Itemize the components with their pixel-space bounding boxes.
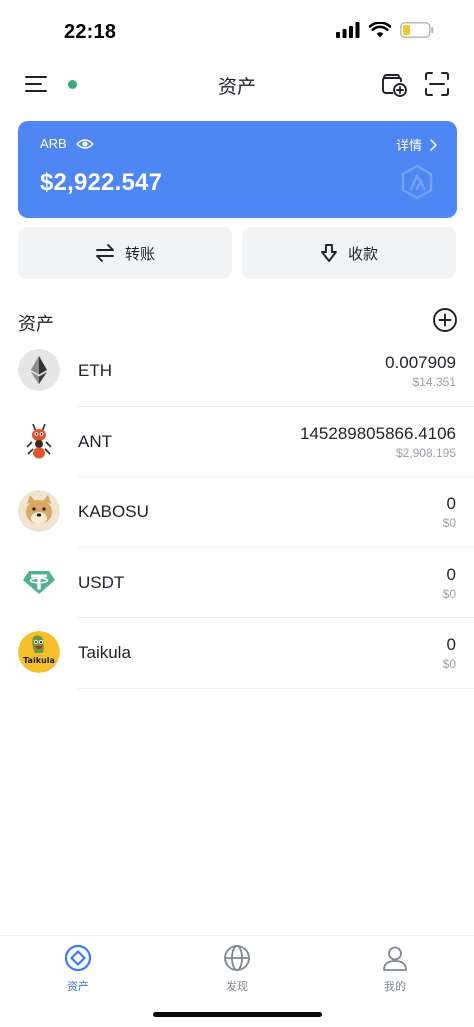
receive-button[interactable]: 收款	[242, 227, 456, 279]
token-symbol: ANT	[78, 431, 112, 451]
token-row-usdt[interactable]: USDT 0 $0	[0, 548, 474, 618]
token-row-kabosu[interactable]: KABOSU 0 $0	[0, 477, 474, 548]
tab-label: 我的	[384, 981, 406, 993]
balance-card[interactable]: ARB 详情 $2,922.547	[18, 121, 457, 218]
divider	[78, 687, 474, 689]
chevron-right-icon	[430, 138, 437, 151]
token-symbol: Taikula	[78, 643, 131, 662]
nav-bar: 资产	[0, 62, 474, 106]
receive-label: 收款	[347, 245, 378, 263]
tab-label: 发现	[226, 981, 248, 993]
user-icon	[383, 946, 407, 971]
token-row-ant[interactable]: ANT 145289805866.4106 $2,908.195	[0, 407, 474, 477]
detail-label: 详情	[395, 138, 422, 153]
transfer-button[interactable]: 转账	[18, 227, 232, 279]
detail-link[interactable]: 详情	[396, 135, 437, 154]
assets-icon	[64, 944, 92, 972]
status-icons	[336, 22, 434, 38]
globe-icon	[224, 945, 250, 971]
battery-low-icon	[400, 22, 434, 38]
eye-icon[interactable]	[75, 138, 94, 150]
network-name: ARB	[40, 136, 67, 151]
wifi-icon	[369, 22, 391, 38]
assets-title: 资产	[18, 314, 54, 334]
status-bar: 22:18	[0, 0, 474, 60]
tab-mine[interactable]: 我的	[355, 944, 435, 994]
download-arrow-icon	[321, 244, 337, 262]
token-symbol: KABOSU	[78, 502, 149, 521]
token-amount: 0	[446, 494, 456, 513]
token-value: $0	[442, 657, 456, 671]
tab-assets[interactable]: 资产	[38, 944, 118, 994]
tab-label: 资产	[67, 981, 89, 993]
total-balance: $2,922.547	[40, 169, 163, 196]
arbitrum-logo-icon	[401, 165, 433, 199]
token-value: $2,908.195	[395, 445, 456, 460]
token-amount: 145289805866.4106	[300, 423, 456, 443]
scan-icon[interactable]	[424, 71, 450, 97]
transfer-label: 转账	[124, 245, 155, 263]
taikula-icon: Taikula	[18, 631, 60, 673]
token-value: $14.351	[412, 375, 456, 389]
token-value: $0	[442, 516, 456, 530]
token-amount: 0.007909	[385, 353, 456, 372]
cellular-signal-icon	[336, 22, 360, 38]
token-symbol: USDT	[78, 572, 125, 592]
kabosu-dog-icon	[18, 490, 60, 532]
add-asset-icon[interactable]	[432, 307, 458, 333]
token-list: ETH 0.007909 $14.351 ANT 145289805866.41…	[0, 336, 474, 689]
token-row-taikula[interactable]: Taikula Taikula 0 $0	[0, 618, 474, 689]
tab-discover[interactable]: 发现	[197, 944, 277, 994]
home-indicator	[153, 1012, 322, 1017]
token-row-eth[interactable]: ETH 0.007909 $14.351	[0, 336, 474, 407]
add-wallet-icon[interactable]	[380, 70, 408, 98]
svg-text:Taikula: Taikula	[23, 656, 55, 665]
token-symbol: ETH	[78, 361, 112, 380]
token-amount: 0	[446, 564, 456, 584]
assets-section-header: 资产	[18, 306, 458, 336]
token-amount: 0	[446, 635, 456, 654]
ethereum-icon	[18, 349, 60, 391]
network-selector[interactable]: ARB	[40, 136, 94, 151]
token-value: $0	[442, 586, 456, 601]
tether-icon	[18, 560, 60, 603]
ant-token-icon	[18, 419, 60, 462]
transfer-arrows-icon	[96, 244, 114, 262]
status-time: 22:18	[64, 21, 117, 43]
